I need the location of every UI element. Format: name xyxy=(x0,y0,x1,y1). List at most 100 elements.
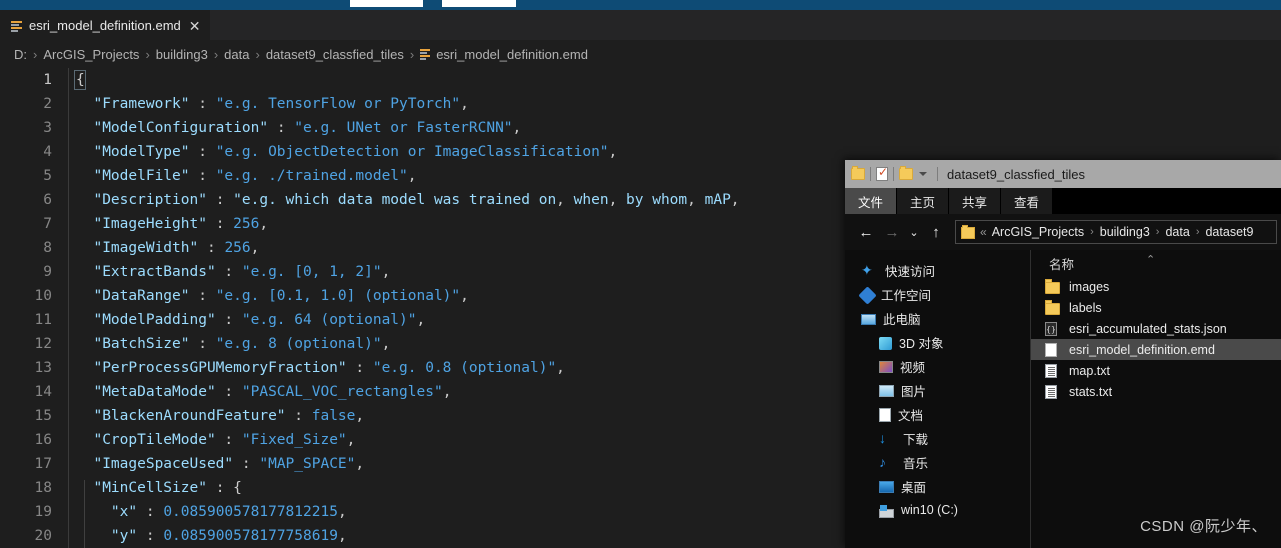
address-bar[interactable]: « ArcGIS_Projects › building3 › data › d… xyxy=(955,220,1277,244)
this-pc-icon xyxy=(861,313,876,325)
nav-item[interactable]: win10 (C:) xyxy=(845,498,1030,522)
nav-item-label: 此电脑 xyxy=(883,312,921,327)
breadcrumb-item-dataset9[interactable]: dataset9_classfied_tiles xyxy=(266,47,404,62)
file-row[interactable]: {} esri_accumulated_stats.json xyxy=(1031,318,1281,339)
explorer-ribbon-tabs: 文件 主页 共享 查看 xyxy=(845,188,1281,214)
nav-item-label: 3D 对象 xyxy=(899,336,944,351)
editor-tab-bar: esri_model_definition.emd ✕ xyxy=(0,10,1281,40)
close-icon[interactable]: ✕ xyxy=(189,19,201,33)
explorer-title-bar[interactable]: dataset9_classfied_tiles xyxy=(845,160,1281,188)
editor-tab-esri-model-definition[interactable]: esri_model_definition.emd ✕ xyxy=(0,10,210,40)
explorer-file-list[interactable]: 名称 ⌃ images labels {} esri_accumulated_stat… xyxy=(1031,250,1281,548)
recent-locations-icon[interactable]: ⌄ xyxy=(905,219,923,245)
code-line-text: "ImageHeight" : 256, xyxy=(93,216,269,232)
nav-item-label: 桌面 xyxy=(901,480,927,495)
properties-icon[interactable] xyxy=(876,165,888,181)
nav-item[interactable]: ↓ 下载 xyxy=(845,426,1030,450)
line-number: 4 xyxy=(43,144,52,160)
explorer-navigation-pane: ✦ 快速访问工作空间此电脑 3D 对象视频图片文档 ↓ 下载 ♪ 音乐桌面 win10 (C:… xyxy=(845,250,1031,548)
video-icon xyxy=(879,361,893,373)
file-row[interactable]: map.txt xyxy=(1031,360,1281,381)
new-folder-icon[interactable] xyxy=(899,166,913,180)
overflow-chevrons-icon[interactable]: « xyxy=(980,225,987,239)
address-part-data[interactable]: data xyxy=(1165,225,1189,239)
line-number: 12 xyxy=(34,336,52,352)
folder-icon[interactable] xyxy=(851,166,865,180)
up-button[interactable]: ↑ xyxy=(923,219,949,245)
ribbon-tab-1[interactable]: 主页 xyxy=(897,188,950,214)
line-number: 2 xyxy=(43,96,52,112)
breadcrumb-item-building3[interactable]: building3 xyxy=(156,47,208,62)
generic-file-icon xyxy=(1045,342,1061,358)
code-line-text: "ModelPadding" : "e.g. 64 (optional)", xyxy=(93,312,426,328)
code-line-text: "CropTileMode" : "Fixed_Size", xyxy=(93,432,356,448)
breadcrumb-item-drive[interactable]: D: xyxy=(14,47,27,62)
divider xyxy=(893,167,894,181)
file-name: esri_model_definition.emd xyxy=(1069,342,1215,357)
breadcrumb-item-file[interactable]: esri_model_definition.emd xyxy=(436,47,588,62)
line-number: 5 xyxy=(43,168,52,184)
divider xyxy=(870,167,871,181)
nav-item-label: 工作空间 xyxy=(881,288,932,303)
address-part-arcgis-projects[interactable]: ArcGIS_Projects xyxy=(992,225,1084,239)
file-row[interactable]: stats.txt xyxy=(1031,381,1281,402)
ribbon-tab-3[interactable]: 查看 xyxy=(1001,188,1054,214)
json-file-icon: {} xyxy=(1045,321,1061,337)
address-part-building3[interactable]: building3 xyxy=(1100,225,1150,239)
address-part-dataset9[interactable]: dataset9 xyxy=(1205,225,1253,239)
text-file-icon xyxy=(1045,363,1061,379)
documents-icon xyxy=(879,407,891,422)
text-file-icon xyxy=(1045,384,1061,400)
address-separator: › xyxy=(1155,226,1160,238)
ribbon-tab-0[interactable]: 文件 xyxy=(845,188,898,214)
nav-item[interactable]: 工作空间 xyxy=(845,282,1030,306)
nav-item-label: 视频 xyxy=(900,360,926,375)
nav-item[interactable]: 文档 xyxy=(845,402,1030,426)
cube-icon xyxy=(879,336,892,350)
address-separator: › xyxy=(1090,226,1094,238)
folder-icon xyxy=(1045,279,1061,295)
nav-item-label: 图片 xyxy=(901,384,927,399)
breadcrumb-item-data[interactable]: data xyxy=(224,47,249,62)
breadcrumb-separator: › xyxy=(33,46,38,62)
ribbon-tab-2[interactable]: 共享 xyxy=(949,188,1002,214)
code-line-text: "ModelConfiguration" : "e.g. UNet or Fas… xyxy=(93,120,522,136)
code-line-text: "Description" : "e.g. which data model w… xyxy=(93,192,740,208)
file-explorer-window[interactable]: dataset9_classfied_tiles 文件主页共享查看 ← → ⌄ … xyxy=(845,160,1281,548)
breadcrumb-separator: › xyxy=(409,46,415,62)
nav-item[interactable]: 桌面 xyxy=(845,474,1030,498)
desktop-icon xyxy=(879,481,894,493)
line-number: 16 xyxy=(34,432,52,448)
code-line-text: "PerProcessGPUMemoryFraction" : "e.g. 0.… xyxy=(93,360,565,376)
line-number: 1 xyxy=(43,72,52,88)
text-cursor xyxy=(74,70,86,90)
nav-item[interactable]: ♪ 音乐 xyxy=(845,450,1030,474)
line-number: 13 xyxy=(34,360,52,376)
explorer-body: ✦ 快速访问工作空间此电脑 3D 对象视频图片文档 ↓ 下载 ♪ 音乐桌面 win10 (C:… xyxy=(845,250,1281,548)
nav-item[interactable]: 图片 xyxy=(845,378,1030,402)
divider xyxy=(937,167,938,181)
line-number: 10 xyxy=(34,288,52,304)
breadcrumb-item-arcgis-projects[interactable]: ArcGIS_Projects xyxy=(43,47,139,62)
nav-item[interactable]: 3D 对象 xyxy=(845,330,1030,354)
nav-item-label: 文档 xyxy=(898,408,924,423)
line-number: 6 xyxy=(43,192,52,208)
json-lines-icon xyxy=(10,19,24,33)
sort-ascending-icon[interactable]: ⌃ xyxy=(1146,253,1155,266)
back-button[interactable]: ← xyxy=(853,219,879,245)
file-row[interactable]: images xyxy=(1031,276,1281,297)
forward-button[interactable]: → xyxy=(879,219,905,245)
column-header-name[interactable]: 名称 ⌃ xyxy=(1031,250,1281,276)
code-line-text: "MinCellSize" : { xyxy=(93,480,242,496)
code-line-text: "ExtractBands" : "e.g. [0, 1, 2]", xyxy=(93,264,391,280)
nav-item[interactable]: 此电脑 xyxy=(845,306,1030,330)
nav-item[interactable]: 视频 xyxy=(845,354,1030,378)
editor-tab-label: esri_model_definition.emd xyxy=(29,18,181,33)
chevron-down-icon[interactable] xyxy=(919,172,927,176)
file-row[interactable]: labels xyxy=(1031,297,1281,318)
nav-item[interactable]: ✦ 快速访问 xyxy=(845,258,1030,282)
background-window-segment xyxy=(442,0,516,7)
column-header-name-label: 名称 xyxy=(1049,257,1075,272)
file-row[interactable]: esri_model_definition.emd xyxy=(1031,339,1281,360)
code-line-text: "x" : 0.085900578177812215, xyxy=(110,504,347,520)
